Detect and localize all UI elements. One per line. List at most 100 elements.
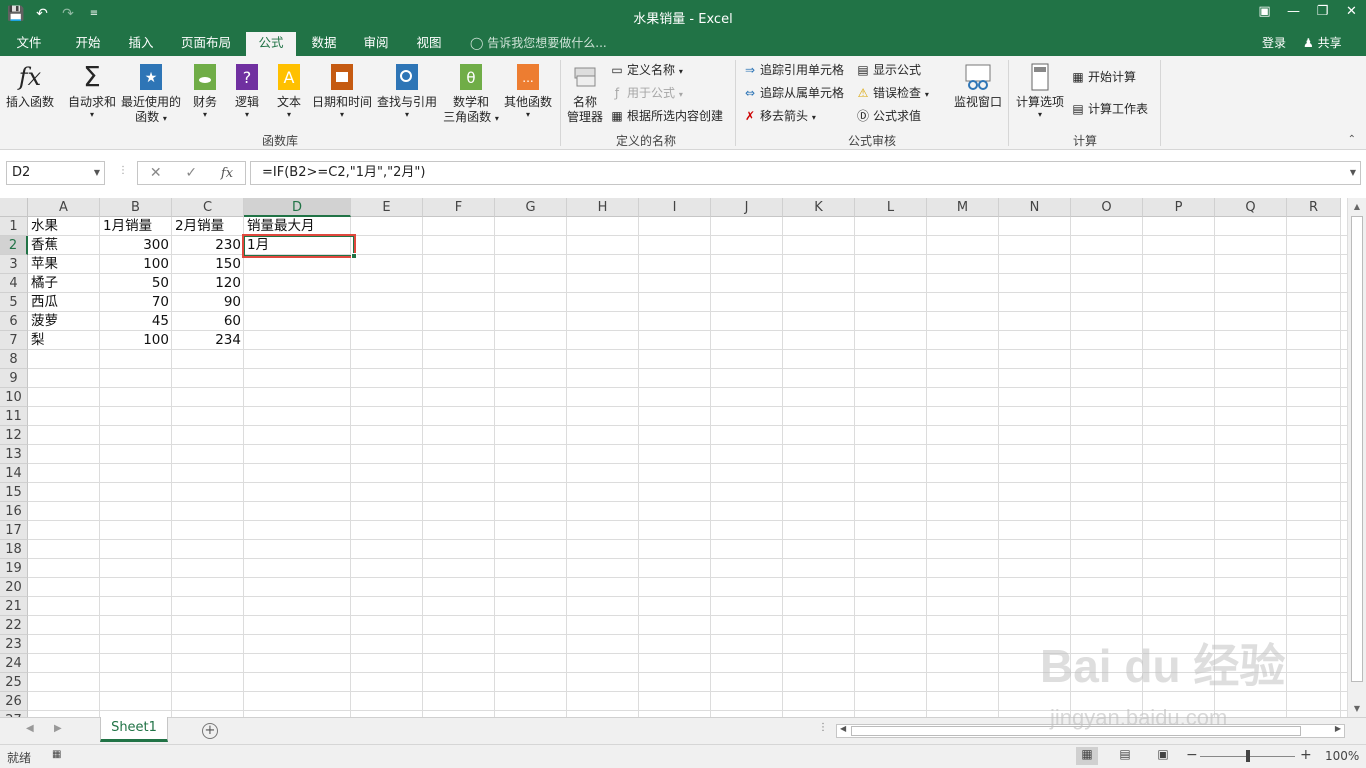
column-header[interactable]: E bbox=[351, 198, 423, 217]
prev-sheet-icon[interactable]: ◀ bbox=[26, 723, 34, 734]
zoom-out-icon[interactable]: − bbox=[1186, 747, 1198, 763]
create-from-selection-button[interactable]: ▦ 根据所选内容创建 bbox=[609, 107, 723, 125]
date-time-button[interactable]: 日期和时间 ▾ bbox=[310, 62, 374, 120]
cell-b1[interactable]: 1月销量 bbox=[100, 217, 155, 236]
chevron-down-icon[interactable]: ▼ bbox=[94, 162, 100, 184]
calculate-sheet-button[interactable]: ▤ 计算工作表 bbox=[1070, 100, 1148, 118]
cell-a4[interactable]: 橘子 bbox=[28, 274, 61, 293]
column-header[interactable]: H bbox=[567, 198, 639, 217]
column-header[interactable]: L bbox=[855, 198, 927, 217]
financial-button[interactable]: 财务 ▾ bbox=[186, 62, 224, 120]
tab-review[interactable]: 审阅 bbox=[355, 32, 397, 56]
column-header[interactable]: B bbox=[100, 198, 172, 217]
minimize-icon[interactable]: — bbox=[1279, 0, 1308, 26]
zoom-slider-knob[interactable] bbox=[1246, 750, 1250, 762]
tell-me-search[interactable]: ◯ 告诉我您想要做什么... bbox=[470, 32, 607, 54]
cell-d1[interactable]: 销量最大月 bbox=[244, 217, 318, 236]
row-header[interactable]: 26 bbox=[0, 692, 28, 711]
evaluate-formula-button[interactable]: Ⓓ 公式求值 bbox=[855, 107, 921, 125]
scroll-down-icon[interactable]: ▼ bbox=[1348, 704, 1366, 713]
restore-icon[interactable]: ❐ bbox=[1308, 0, 1337, 26]
normal-view-icon[interactable]: ▦ bbox=[1076, 747, 1098, 765]
cell-c6[interactable]: 60 bbox=[172, 312, 244, 331]
trace-dependents-button[interactable]: ⇔ 追踪从属单元格 bbox=[742, 84, 844, 102]
page-break-view-icon[interactable]: ▣ bbox=[1152, 747, 1174, 765]
watch-window-button[interactable]: 监视窗口 bbox=[952, 62, 1004, 110]
column-header[interactable]: J bbox=[711, 198, 783, 217]
show-formulas-button[interactable]: ▤ 显示公式 bbox=[855, 61, 921, 79]
scroll-thumb[interactable] bbox=[1351, 216, 1363, 682]
column-header[interactable]: N bbox=[999, 198, 1071, 217]
row-header[interactable]: 7 bbox=[0, 331, 28, 350]
calculation-options-button[interactable]: 计算选项 ▾ bbox=[1014, 62, 1066, 120]
cell-a1[interactable]: 水果 bbox=[28, 217, 61, 236]
row-header[interactable]: 19 bbox=[0, 559, 28, 578]
name-manager-button[interactable]: 名称 管理器 bbox=[564, 62, 606, 125]
formula-input[interactable]: =IF(B2>=C2,"1月","2月") ▼ bbox=[250, 161, 1361, 185]
cell-b3[interactable]: 100 bbox=[100, 255, 172, 274]
row-header[interactable]: 22 bbox=[0, 616, 28, 635]
scroll-left-icon[interactable]: ◀ bbox=[840, 724, 846, 733]
row-header[interactable]: 3 bbox=[0, 255, 28, 274]
text-button[interactable]: A 文本 ▾ bbox=[270, 62, 308, 120]
error-checking-button[interactable]: ⚠ 错误检查 ▾ bbox=[855, 84, 929, 104]
column-header[interactable]: A bbox=[28, 198, 100, 217]
column-header[interactable]: C bbox=[172, 198, 244, 217]
sheet-tab[interactable]: Sheet1 bbox=[100, 717, 168, 742]
calculate-now-button[interactable]: ▦ 开始计算 bbox=[1070, 68, 1136, 86]
cell-b5[interactable]: 70 bbox=[100, 293, 172, 312]
column-header[interactable]: R bbox=[1287, 198, 1341, 217]
logical-button[interactable]: ? 逻辑 ▾ bbox=[228, 62, 266, 120]
row-header[interactable]: 11 bbox=[0, 407, 28, 426]
zoom-in-icon[interactable]: + bbox=[1300, 747, 1312, 763]
add-sheet-icon[interactable]: + bbox=[202, 723, 218, 739]
cell-c1[interactable]: 2月销量 bbox=[172, 217, 227, 236]
splitter-icon[interactable]: ⋮ bbox=[818, 722, 828, 733]
column-header[interactable]: M bbox=[927, 198, 999, 217]
zoom-level[interactable]: 100% bbox=[1325, 749, 1359, 763]
vertical-scrollbar[interactable]: ▲ ▼ bbox=[1347, 198, 1366, 717]
row-header[interactable]: 5 bbox=[0, 293, 28, 312]
name-box[interactable]: D2 ▼ bbox=[6, 161, 105, 185]
remove-arrows-button[interactable]: ✗ 移去箭头 ▾ bbox=[742, 107, 816, 127]
cell-c5[interactable]: 90 bbox=[172, 293, 244, 312]
cell-c3[interactable]: 150 bbox=[172, 255, 244, 274]
recently-used-button[interactable]: ★ 最近使用的 函数 ▾ bbox=[120, 62, 182, 126]
row-header[interactable]: 20 bbox=[0, 578, 28, 597]
row-header[interactable]: 21 bbox=[0, 597, 28, 616]
row-header[interactable]: 2 bbox=[0, 236, 28, 255]
insert-function-icon[interactable]: fx bbox=[221, 166, 233, 181]
row-header[interactable]: 18 bbox=[0, 540, 28, 559]
cell-c2[interactable]: 230 bbox=[172, 236, 244, 255]
column-header[interactable]: F bbox=[423, 198, 495, 217]
scroll-up-icon[interactable]: ▲ bbox=[1348, 202, 1366, 211]
cell-a2[interactable]: 香蕉 bbox=[28, 236, 61, 255]
row-header[interactable]: 4 bbox=[0, 274, 28, 293]
cell-b4[interactable]: 50 bbox=[100, 274, 172, 293]
cancel-icon[interactable]: ✕ bbox=[150, 165, 162, 181]
row-header[interactable]: 1 bbox=[0, 217, 28, 236]
row-header[interactable]: 24 bbox=[0, 654, 28, 673]
column-header[interactable]: K bbox=[783, 198, 855, 217]
row-header[interactable]: 12 bbox=[0, 426, 28, 445]
column-header[interactable]: I bbox=[639, 198, 711, 217]
row-header[interactable]: 23 bbox=[0, 635, 28, 654]
share-button[interactable]: ♟ 共享 bbox=[1303, 32, 1342, 54]
page-layout-view-icon[interactable]: ▤ bbox=[1114, 747, 1136, 765]
insert-function-button[interactable]: fx 插入函数 bbox=[4, 62, 56, 110]
row-header[interactable]: 10 bbox=[0, 388, 28, 407]
cell-b7[interactable]: 100 bbox=[100, 331, 172, 350]
cell-a7[interactable]: 梨 bbox=[28, 331, 48, 350]
enter-check-icon[interactable]: ✓ bbox=[185, 165, 197, 181]
cell-c7[interactable]: 234 bbox=[172, 331, 244, 350]
row-header[interactable]: 16 bbox=[0, 502, 28, 521]
login-link[interactable]: 登录 bbox=[1262, 32, 1286, 54]
tab-view[interactable]: 视图 bbox=[408, 32, 450, 56]
use-in-formula-button[interactable]: ƒ 用于公式 ▾ bbox=[609, 84, 683, 104]
autosum-button[interactable]: Σ 自动求和 ▾ bbox=[66, 62, 118, 120]
define-name-button[interactable]: ▭ 定义名称 ▾ bbox=[609, 61, 683, 81]
more-functions-button[interactable]: ... 其他函数 ▾ bbox=[502, 62, 554, 120]
cell-b2[interactable]: 300 bbox=[100, 236, 172, 255]
ribbon-display-icon[interactable]: ▣ bbox=[1250, 0, 1279, 26]
row-header[interactable]: 25 bbox=[0, 673, 28, 692]
